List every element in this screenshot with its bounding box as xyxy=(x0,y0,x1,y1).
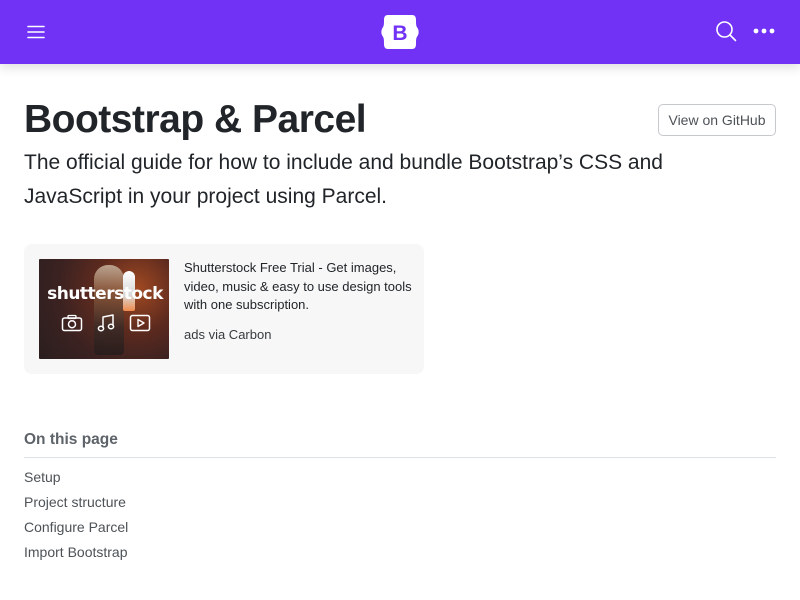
search-icon xyxy=(716,21,737,42)
play-icon xyxy=(129,314,151,332)
ad-image-figure xyxy=(94,265,124,355)
view-on-github-button[interactable]: View on GitHub xyxy=(658,104,776,136)
more-options-button[interactable] xyxy=(748,15,780,47)
ads-via-carbon-link[interactable]: ads via Carbon xyxy=(184,327,271,342)
page-title: Bootstrap & Parcel xyxy=(24,98,367,141)
more-horizontal-icon xyxy=(753,28,775,34)
camera-icon xyxy=(61,314,83,332)
carbon-ad: shutterstock Shutterstock Free Trial - G… xyxy=(24,244,424,374)
toc-heading: On this page xyxy=(24,431,118,448)
sidebar-toggle-button[interactable] xyxy=(20,16,52,48)
toc-link-configure-parcel[interactable]: Configure Parcel xyxy=(24,517,128,542)
ad-image[interactable]: shutterstock xyxy=(39,259,169,359)
shutterstock-logo: shutterstock xyxy=(47,284,163,304)
toc-link-setup[interactable]: Setup xyxy=(24,467,128,492)
page-lead: The official guide for how to include an… xyxy=(24,151,663,208)
toc-link-import-bootstrap[interactable]: Import Bootstrap xyxy=(24,542,128,567)
brand-letter: B xyxy=(392,22,407,45)
music-note-icon xyxy=(97,314,115,332)
ad-media-icons xyxy=(61,311,151,335)
toc-link-project-structure[interactable]: Project structure xyxy=(24,492,128,517)
ad-description-link[interactable]: Shutterstock Free Trial - Get images, vi… xyxy=(184,259,412,315)
brand-logo-link[interactable]: B xyxy=(380,12,420,52)
search-button[interactable] xyxy=(710,15,742,47)
top-navbar: B xyxy=(0,0,800,64)
toc-divider xyxy=(24,457,776,458)
toc-list: Setup Project structure Configure Parcel… xyxy=(24,467,128,567)
bootstrap-logo-icon: B xyxy=(381,15,419,49)
hamburger-icon xyxy=(27,25,45,39)
